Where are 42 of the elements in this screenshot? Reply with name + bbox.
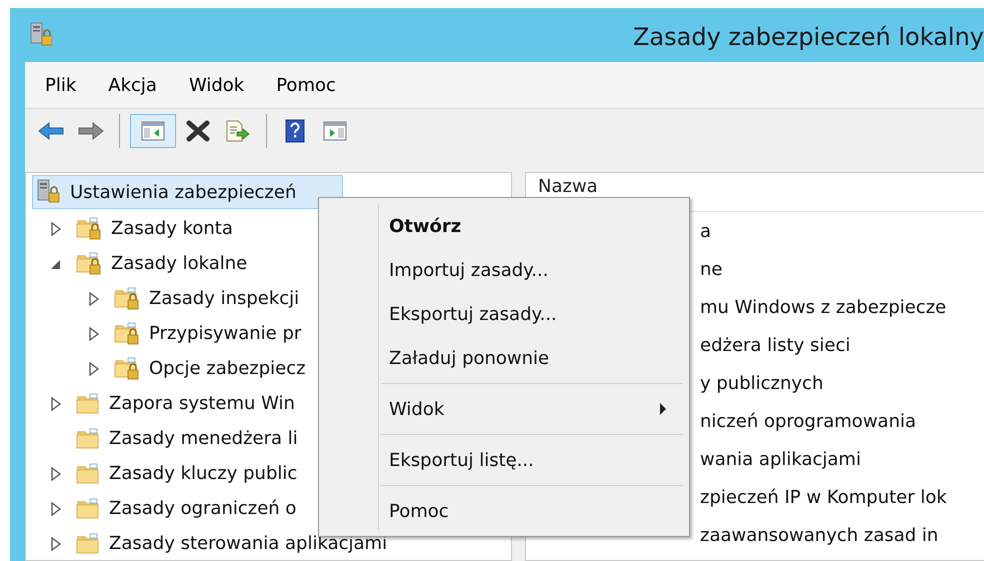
window-title: Zasady zabezpieczeń lokalny: [632, 22, 984, 51]
menu-item[interactable]: Eksportuj listę...: [321, 438, 687, 482]
menu-item[interactable]: Akcja: [100, 70, 165, 100]
menu-item[interactable]: Pomoc: [268, 70, 344, 100]
tree-item[interactable]: Ustawienia zabezpieczeń: [32, 175, 343, 209]
right-arrow-icon: [78, 120, 104, 140]
menu-item[interactable]: Załaduj ponownie: [321, 336, 687, 380]
folder-icon: [76, 496, 100, 520]
window-pane-icon: [141, 120, 165, 140]
folder-icon: [76, 532, 100, 556]
folder-icon: [76, 426, 100, 450]
menu-item[interactable]: Widok: [180, 70, 252, 100]
locked-folder-icon: [114, 286, 140, 312]
document-arrow-icon: [225, 120, 251, 142]
list-item[interactable]: niczeń oprogramowania: [700, 410, 916, 432]
show-tree-button[interactable]: [130, 114, 176, 148]
server-lock-icon: [35, 179, 61, 205]
menu-item[interactable]: Importuj zasady...: [321, 248, 687, 292]
list-item[interactable]: edżera listy sieci: [700, 334, 850, 356]
submenu-arrow-icon: [659, 402, 667, 416]
left-arrow-icon: [38, 120, 64, 140]
help-icon: [285, 118, 305, 142]
list-item[interactable]: a: [700, 220, 712, 242]
folder-icon: [76, 392, 100, 416]
locked-folder-icon: [76, 250, 102, 276]
menu-item[interactable]: Eksportuj zasady...: [321, 292, 687, 336]
list-item[interactable]: mu Windows z zabezpiecze: [700, 296, 946, 318]
server-lock-icon: [28, 22, 52, 48]
window-pane-icon: [323, 120, 347, 140]
close-icon: [186, 120, 210, 142]
list-item[interactable]: zpieczeń IP w Komputer lok: [700, 486, 947, 508]
locked-folder-icon: [114, 356, 140, 382]
list-item[interactable]: wania aplikacjami: [700, 448, 861, 470]
locked-folder-icon: [76, 216, 102, 242]
locked-folder-icon: [114, 320, 140, 346]
menu-item[interactable]: Plik: [37, 70, 84, 100]
list-item[interactable]: ne: [700, 258, 722, 280]
list-item[interactable]: y publicznych: [700, 372, 824, 394]
list-item[interactable]: zaawansowanych zasad in: [700, 524, 938, 546]
folder-icon: [76, 462, 100, 486]
column-header[interactable]: Nazwa: [538, 176, 598, 197]
menu-item[interactable]: Widok: [321, 387, 687, 431]
